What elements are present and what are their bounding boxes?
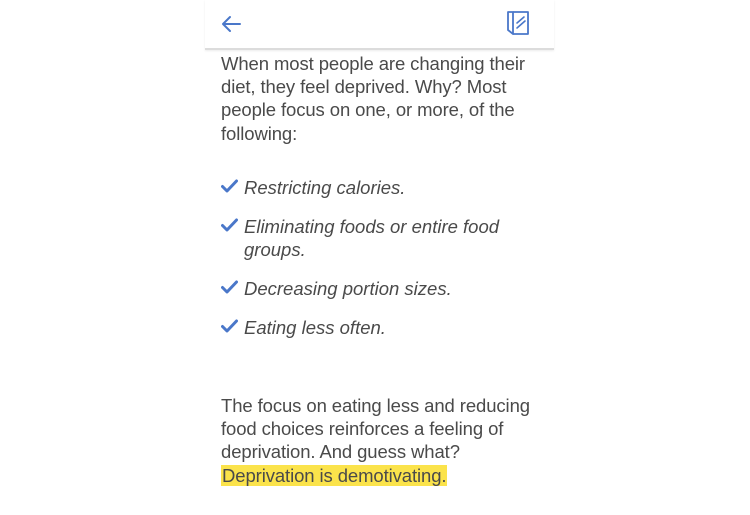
intro-paragraph: When most people are changing their diet… (221, 53, 525, 144)
outro-text: The focus on eating less and reducing fo… (221, 395, 530, 463)
checklist-item: Eliminating foods or entire food groups. (221, 215, 546, 261)
checklist-item-text: Eating less often. (244, 316, 386, 338)
checklist-item: Restricting calories. (221, 176, 546, 199)
bookmark-button[interactable] (502, 6, 534, 40)
checkmark-icon (221, 179, 238, 193)
checklist-item: Decreasing portion sizes. (221, 277, 546, 300)
arrow-left-icon (222, 16, 241, 32)
checklist: Restricting calories. Eliminating foods … (221, 176, 546, 354)
checkmark-icon (221, 218, 238, 232)
checklist-item-text: Decreasing portion sizes. (244, 277, 452, 299)
highlighted-text[interactable]: Deprivation is demotivating. (221, 464, 448, 486)
back-button[interactable] (217, 10, 245, 38)
checklist-item-text: Eliminating foods or entire food groups. (244, 215, 500, 260)
bookmark-icon (507, 11, 529, 35)
checkmark-icon (221, 319, 238, 333)
outro-paragraph: The focus on eating less and reducing fo… (221, 394, 546, 487)
checkmark-icon (221, 280, 238, 294)
reader-screen: When most people are changing their diet… (205, 0, 554, 515)
checklist-item-text: Restricting calories. (244, 177, 406, 198)
top-app-bar (205, 0, 554, 50)
checklist-item: Eating less often. (221, 316, 546, 339)
